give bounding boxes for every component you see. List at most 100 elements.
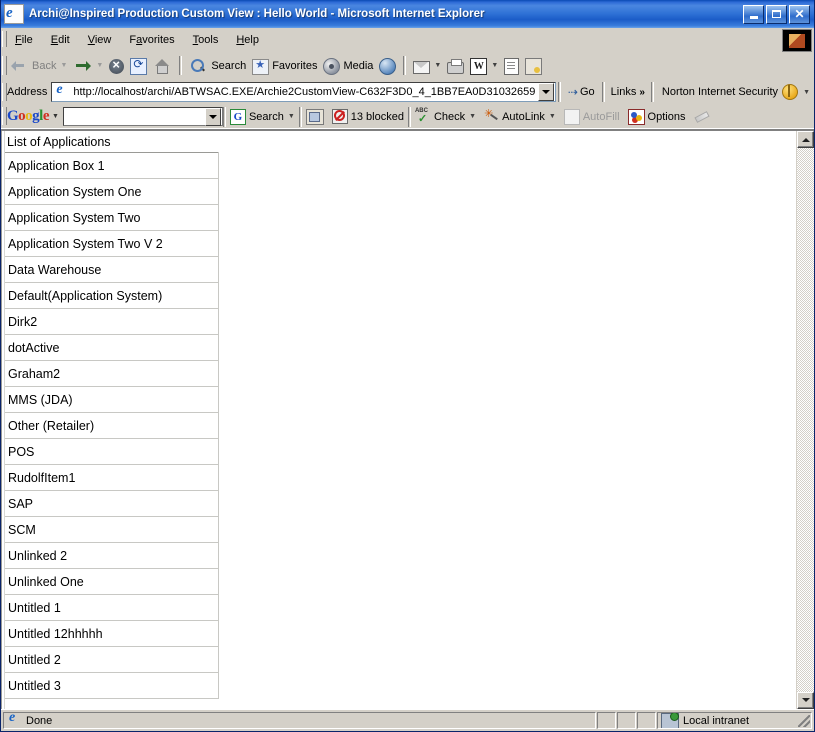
application-name[interactable]: Other (Retailer): [4, 412, 219, 439]
application-name[interactable]: Dirk2: [4, 308, 219, 335]
resize-grip[interactable]: [798, 715, 810, 727]
application-name[interactable]: POS: [4, 438, 219, 465]
menu-item-edit[interactable]: Edit: [43, 31, 78, 49]
application-name[interactable]: Untitled 3: [4, 672, 219, 699]
google-blocked-button[interactable]: 13 blocked: [328, 109, 408, 124]
mail-button[interactable]: ▼: [410, 55, 444, 77]
table-row[interactable]: Application System Two V 2: [4, 230, 219, 257]
go-button[interactable]: ⇢ Go: [561, 85, 602, 99]
table-row[interactable]: Untitled 12hhhhh: [4, 620, 219, 647]
application-name[interactable]: Application Box 1: [4, 152, 219, 179]
table-row[interactable]: Application Box 1: [4, 152, 219, 179]
application-name[interactable]: MMS (JDA): [4, 386, 219, 413]
menu-item-view[interactable]: View: [80, 31, 120, 49]
links-button[interactable]: Links »: [605, 86, 651, 98]
refresh-button[interactable]: [127, 55, 150, 77]
table-row[interactable]: Application System Two: [4, 204, 219, 231]
google-options-button[interactable]: Options: [624, 108, 690, 125]
address-input[interactable]: http://localhost/archi/ABTWSAC.EXE/Archi…: [51, 82, 556, 102]
application-name[interactable]: SCM: [4, 516, 219, 543]
close-button[interactable]: ✕: [789, 4, 810, 24]
table-row[interactable]: SCM: [4, 516, 219, 543]
application-name[interactable]: Default(Application System): [4, 282, 219, 309]
table-row[interactable]: Application System One: [4, 178, 219, 205]
google-check-button[interactable]: Check ▼: [411, 108, 480, 125]
application-name[interactable]: Application System One: [4, 178, 219, 205]
chevron-double-right-icon[interactable]: »: [639, 87, 645, 98]
scroll-down-button[interactable]: [797, 692, 814, 709]
google-autolink-button[interactable]: AutoLink ▼: [480, 107, 560, 124]
application-name[interactable]: Application System Two V 2: [4, 230, 219, 257]
application-name[interactable]: Untitled 12hhhhh: [4, 620, 219, 647]
home-button[interactable]: [150, 55, 175, 77]
application-name[interactable]: RudolfItem1: [4, 464, 219, 491]
print-button[interactable]: [444, 55, 467, 77]
application-name[interactable]: SAP: [4, 490, 219, 517]
search-button[interactable]: Search: [186, 55, 249, 77]
table-row[interactable]: Unlinked One: [4, 568, 219, 595]
media-button[interactable]: Media: [320, 55, 376, 77]
google-autofill-button[interactable]: AutoFill: [560, 108, 624, 125]
google-search-dropdown-icon[interactable]: [204, 107, 221, 126]
table-row[interactable]: SAP: [4, 490, 219, 517]
application-name[interactable]: Untitled 2: [4, 646, 219, 673]
security-zone-pane[interactable]: Local intranet: [657, 712, 812, 729]
menu-item-favorites[interactable]: Favorites: [121, 31, 182, 49]
application-name[interactable]: Unlinked 2: [4, 542, 219, 569]
google-popup-button[interactable]: [302, 108, 328, 125]
table-row[interactable]: Other (Retailer): [4, 412, 219, 439]
mail-dropdown-icon[interactable]: ▼: [434, 62, 441, 69]
table-row[interactable]: Dirk2: [4, 308, 219, 335]
edit-dropdown-icon[interactable]: ▼: [491, 62, 498, 69]
table-row[interactable]: Default(Application System): [4, 282, 219, 309]
application-name[interactable]: Data Warehouse: [4, 256, 219, 283]
address-dropdown-icon[interactable]: [537, 83, 554, 101]
forward-icon: [73, 57, 92, 75]
scroll-up-button[interactable]: [797, 131, 814, 148]
discuss-button[interactable]: [501, 55, 522, 77]
table-row[interactable]: Untitled 1: [4, 594, 219, 621]
norton-dropdown-icon[interactable]: ▼: [803, 89, 810, 96]
back-dropdown-icon[interactable]: ▼: [60, 62, 67, 69]
messenger-button[interactable]: [522, 55, 545, 77]
menu-item-file[interactable]: File: [7, 31, 41, 49]
norton-internet-security-button[interactable]: Norton Internet Security ▼: [654, 84, 814, 100]
address-label: Address: [7, 86, 48, 98]
application-name[interactable]: Unlinked One: [4, 568, 219, 595]
scrollbar-track[interactable]: [797, 148, 814, 692]
table-row[interactable]: Untitled 3: [4, 672, 219, 699]
google-menu-dropdown-icon[interactable]: ▼: [52, 113, 59, 120]
table-row[interactable]: RudolfItem1: [4, 464, 219, 491]
check-dropdown-icon[interactable]: ▼: [469, 113, 476, 120]
table-row[interactable]: POS: [4, 438, 219, 465]
history-icon: [379, 58, 397, 75]
google-highlight-button[interactable]: [689, 110, 713, 124]
table-row[interactable]: Unlinked 2: [4, 542, 219, 569]
forward-button[interactable]: ▼: [70, 55, 106, 77]
back-button[interactable]: Back ▼: [7, 55, 70, 77]
go-arrow-icon: ⇢: [567, 85, 578, 99]
forward-dropdown-icon[interactable]: ▼: [96, 62, 103, 69]
stop-button[interactable]: [106, 55, 127, 77]
google-search-input[interactable]: [62, 107, 223, 126]
menu-item-help[interactable]: Help: [228, 31, 267, 49]
minimize-button[interactable]: [743, 4, 764, 24]
maximize-button[interactable]: [766, 4, 787, 24]
table-row[interactable]: dotActive: [4, 334, 219, 361]
google-search-more-icon[interactable]: ▼: [288, 113, 295, 120]
history-button[interactable]: [376, 55, 399, 77]
table-row[interactable]: Untitled 2: [4, 646, 219, 673]
autolink-dropdown-icon[interactable]: ▼: [549, 113, 556, 120]
menu-item-tools[interactable]: Tools: [185, 31, 227, 49]
favorites-button[interactable]: Favorites: [249, 55, 320, 77]
application-name[interactable]: Graham2: [4, 360, 219, 387]
application-name[interactable]: Application System Two: [4, 204, 219, 231]
table-row[interactable]: MMS (JDA): [4, 386, 219, 413]
vertical-scrollbar[interactable]: [796, 131, 814, 709]
application-name[interactable]: dotActive: [4, 334, 219, 361]
edit-with-word-button[interactable]: W ▼: [467, 55, 501, 77]
application-name[interactable]: Untitled 1: [4, 594, 219, 621]
table-row[interactable]: Data Warehouse: [4, 256, 219, 283]
table-row[interactable]: Graham2: [4, 360, 219, 387]
google-search-button[interactable]: G Search ▼: [226, 108, 299, 125]
